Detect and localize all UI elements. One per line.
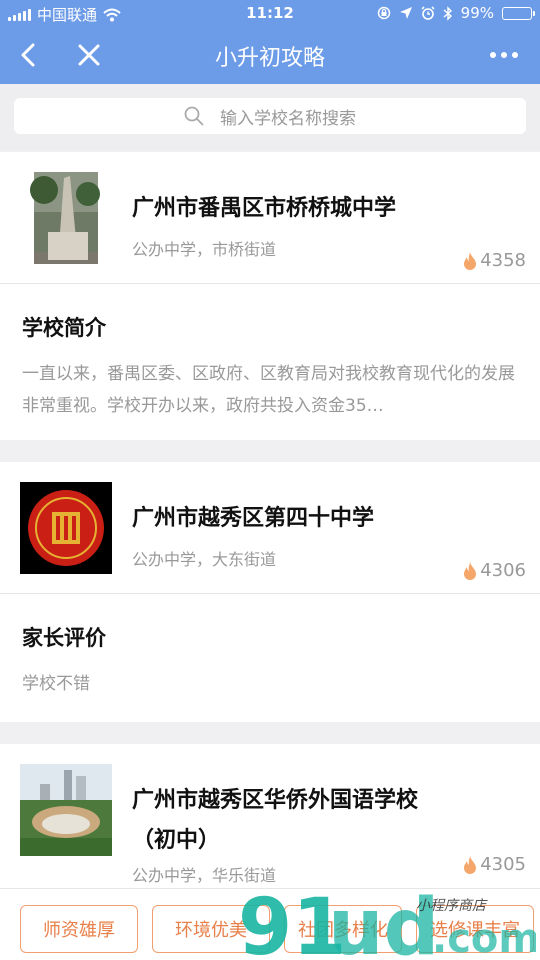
search-icon — [184, 106, 204, 126]
hot-value: 4306 — [480, 560, 526, 581]
page-title: 小升初攻略 — [214, 46, 325, 71]
rotation-lock-icon — [377, 6, 390, 20]
tag-button[interactable]: 社团多样化 — [284, 905, 402, 953]
school-header[interactable]: 广州市番禺区市桥桥城中学 公办中学，市桥街道 4358 — [0, 152, 540, 284]
section-text: 学校不错 — [22, 674, 90, 694]
school-card[interactable]: 广州市越秀区华侨外国语学校 （初中） 公办中学，华乐街道 4305 — [0, 744, 540, 888]
school-name-line2: （初中） — [132, 828, 221, 853]
school-meta: 公办中学，市桥街道 — [132, 240, 277, 259]
hot-value: 4305 — [480, 854, 526, 875]
hot-count: 4306 — [462, 560, 526, 581]
school-card[interactable]: 广州市越秀区第四十中学 公办中学，大东街道 4306 家长评价 学校不错 — [0, 462, 540, 722]
school-card[interactable]: 广州市番禺区市桥桥城中学 公办中学，市桥街道 4358 学校简介 一直以来，番禺… — [0, 152, 540, 440]
tag-button[interactable]: 选修课丰富 — [416, 905, 534, 953]
flame-icon — [464, 561, 477, 580]
parent-review: 家长评价 学校不错 — [0, 594, 540, 700]
school-meta: 公办中学，华乐街道 — [132, 866, 277, 885]
section-title: 家长评价 — [22, 626, 106, 650]
hot-count: 4305 — [462, 854, 526, 875]
hot-value: 4358 — [480, 250, 526, 271]
school-logo — [20, 482, 112, 574]
bluetooth-icon — [443, 5, 452, 21]
search-input[interactable]: 输入学校名称搜索 — [14, 98, 526, 134]
search-placeholder: 输入学校名称搜索 — [220, 108, 356, 129]
battery-icon — [502, 6, 535, 20]
school-intro: 学校简介 一直以来，番禺区委、区政府、区教育局对我校教育现代化的发展非常重视。学… — [0, 284, 540, 422]
nav-bar: 小升初攻略 — [0, 28, 540, 84]
school-name[interactable]: 广州市番禺区市桥桥城中学 — [132, 190, 396, 222]
tag-button[interactable]: 环境优美 — [152, 905, 270, 953]
search-section: 输入学校名称搜索 — [0, 84, 540, 150]
school-name[interactable]: 广州市越秀区华侨外国语学校 （初中） — [132, 782, 418, 854]
school-name[interactable]: 广州市越秀区第四十中学 — [132, 500, 374, 532]
school-photo — [20, 172, 112, 264]
more-dots-icon[interactable] — [490, 52, 518, 58]
location-icon — [399, 7, 412, 19]
tag-filter-bar: 师资雄厚 环境优美 社团多样化 选修课丰富 — [0, 888, 540, 960]
status-bar: 中国联通 11:12 99% — [0, 0, 540, 28]
school-meta: 公办中学，大东街道 — [132, 550, 277, 569]
school-header[interactable]: 广州市越秀区华侨外国语学校 （初中） 公办中学，华乐街道 4305 — [0, 744, 540, 888]
battery-percent: 99% — [460, 4, 494, 22]
section-title: 学校简介 — [22, 316, 106, 340]
tag-button[interactable]: 师资雄厚 — [20, 905, 138, 953]
section-text: 一直以来，番禺区委、区政府、区教育局对我校教育现代化的发展非常重视。学校开办以来… — [22, 364, 515, 416]
flame-icon — [464, 251, 477, 270]
school-photo — [20, 764, 112, 856]
alarm-icon — [421, 6, 435, 20]
status-right: 99% — [377, 4, 535, 22]
school-name-line1: 广州市越秀区华侨外国语学校 — [132, 788, 419, 813]
flame-icon — [464, 855, 477, 874]
hot-count: 4358 — [462, 250, 526, 271]
school-header[interactable]: 广州市越秀区第四十中学 公办中学，大东街道 4306 — [0, 462, 540, 594]
